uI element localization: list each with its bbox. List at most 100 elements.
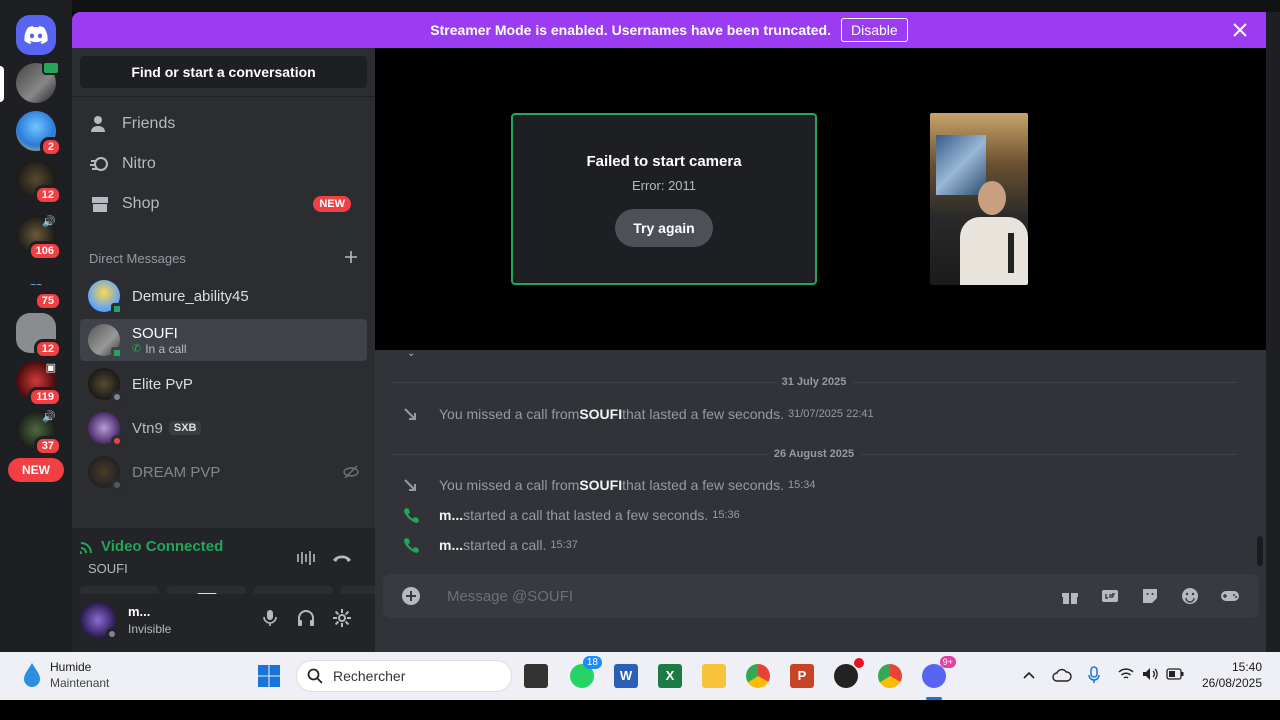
dm-activity: ✆ In a call [132, 342, 187, 356]
video-person [978, 181, 1006, 215]
discord-home-button[interactable] [16, 15, 56, 55]
powerpoint-icon[interactable]: P [790, 664, 814, 688]
avatar [88, 412, 123, 447]
background-window-edge [1266, 12, 1280, 652]
dm-item-dream-pvp[interactable]: DREAM PVP [80, 451, 367, 493]
unread-badge: 119 [28, 387, 62, 407]
server-rail: 2 12 🔊 106 ~~ 75 12 ▣ 119 🔊 37 NEW [0, 0, 72, 652]
noise-suppression-icon[interactable] [296, 550, 316, 566]
voice-status: Video Connected [80, 538, 223, 555]
disable-button[interactable]: Disable [841, 18, 908, 42]
nav-shop[interactable]: Shop NEW [80, 184, 367, 224]
message-text: You missed a call from [439, 406, 580, 422]
chevron-up-icon[interactable] [1022, 668, 1036, 682]
disconnect-icon[interactable] [332, 550, 352, 566]
system-message: m... started a call. 15:37 [403, 537, 578, 553]
message-composer[interactable]: Message @SOUFI [383, 574, 1259, 618]
find-conversation-button[interactable]: Find or start a conversation [80, 56, 367, 88]
discord-taskbar-icon[interactable]: 9+ [922, 656, 956, 688]
gift-icon[interactable] [1060, 586, 1080, 606]
weather-title[interactable]: Humide [50, 660, 91, 674]
date-separator: 26 August 2025 [391, 448, 1237, 460]
app-window: Streamer Mode is enabled. Usernames have… [72, 12, 1266, 652]
headphones-icon[interactable] [296, 608, 316, 628]
task-view-icon[interactable] [524, 664, 548, 688]
signal-icon [80, 541, 92, 554]
selected-pill [0, 66, 4, 102]
dm-item-vtn9[interactable]: Vtn9 SXB [80, 407, 367, 449]
message-input-placeholder[interactable]: Message @SOUFI [447, 588, 573, 605]
date-label: 31 July 2025 [775, 376, 853, 388]
scrollbar-thumb[interactable] [1257, 536, 1263, 566]
message-user[interactable]: SOUFI [579, 406, 622, 422]
server-icon-4[interactable]: ~~ 75 [16, 265, 62, 311]
windows-start-icon[interactable] [257, 664, 281, 688]
add-dm-icon[interactable] [344, 250, 358, 264]
add-attachment-icon[interactable] [401, 586, 421, 606]
status-dnd-icon [111, 435, 123, 447]
timestamp: 31/07/2025 22:41 [787, 408, 874, 420]
clock-date[interactable]: 26/08/2025 [1188, 676, 1262, 690]
server-icon-7[interactable]: 🔊 37 [16, 410, 62, 456]
file-explorer-icon[interactable] [702, 664, 726, 688]
dm-name: Vtn9 [132, 419, 163, 437]
clock-time[interactable]: 15:40 [1198, 660, 1262, 674]
message-user[interactable]: m... [439, 537, 463, 553]
onedrive-icon[interactable] [1052, 666, 1072, 684]
dm-item-elite-pvp[interactable]: Elite PvP [80, 363, 367, 405]
search-icon [307, 668, 323, 684]
settings-gear-icon[interactable] [332, 608, 352, 628]
avatar[interactable] [80, 602, 118, 640]
new-unreads-pill[interactable]: NEW [8, 458, 64, 482]
chevron-down-icon[interactable]: ⌄ [407, 348, 415, 359]
hidden-eye-icon[interactable] [343, 464, 359, 480]
screen-icon: ▣ [45, 362, 56, 374]
server-avatar-dm[interactable] [16, 61, 60, 103]
word-icon[interactable]: W [614, 664, 638, 688]
avatar [88, 456, 123, 491]
dm-name: SOUFI [132, 324, 178, 342]
nav-nitro[interactable]: Nitro [80, 144, 367, 184]
obs-icon[interactable] [834, 658, 864, 688]
video-shirt [960, 217, 1028, 285]
nav-label: Shop [122, 195, 160, 212]
try-again-button[interactable]: Try again [615, 209, 713, 247]
nav-friends[interactable]: Friends [80, 104, 367, 144]
voice-channel-name: SOUFI [88, 561, 128, 576]
server-icon-2[interactable]: 12 [16, 159, 62, 205]
notification-dot [854, 658, 864, 668]
server-icon-6[interactable]: ▣ 119 [16, 361, 62, 407]
timestamp: 15:34 [787, 479, 816, 491]
microphone-tray-icon[interactable] [1088, 666, 1100, 684]
date-separator: 31 July 2025 [391, 376, 1237, 388]
server-icon-1[interactable]: 2 [16, 111, 62, 157]
remote-video-tile[interactable] [930, 113, 1028, 285]
phone-icon: ✆ [132, 343, 142, 355]
apps-gamepad-icon[interactable] [1220, 586, 1240, 606]
emoji-icon[interactable] [1180, 586, 1200, 606]
microphone-icon[interactable] [260, 608, 280, 628]
taskbar-search[interactable]: Rechercher [296, 660, 512, 692]
nav-label: Friends [122, 115, 176, 132]
gif-icon[interactable] [1100, 586, 1120, 606]
user-panel: m... Invisible [72, 594, 375, 646]
dm-item-demure[interactable]: Demure_ability45 [80, 275, 367, 317]
chrome-profile-icon[interactable] [878, 664, 902, 688]
speaker-icon: 🔊 [42, 216, 56, 228]
sticker-icon[interactable] [1140, 586, 1160, 606]
message-text: started a call. [463, 537, 547, 553]
dm-item-soufi[interactable]: SOUFI ✆ In a call [80, 319, 367, 361]
chrome-icon[interactable] [746, 664, 770, 688]
battery-icon[interactable] [1166, 668, 1184, 680]
wifi-icon[interactable] [1118, 667, 1134, 681]
title-bar [0, 0, 1280, 12]
shop-icon [92, 197, 108, 212]
message-user[interactable]: SOUFI [579, 477, 622, 493]
message-user[interactable]: m... [439, 507, 463, 523]
volume-icon[interactable] [1142, 667, 1160, 681]
server-icon-3[interactable]: 🔊 106 [16, 215, 62, 261]
server-icon-5[interactable]: 12 [16, 313, 62, 359]
excel-icon[interactable]: X [658, 664, 682, 688]
whatsapp-icon[interactable]: 18 [570, 656, 602, 688]
close-icon[interactable] [1230, 20, 1250, 40]
